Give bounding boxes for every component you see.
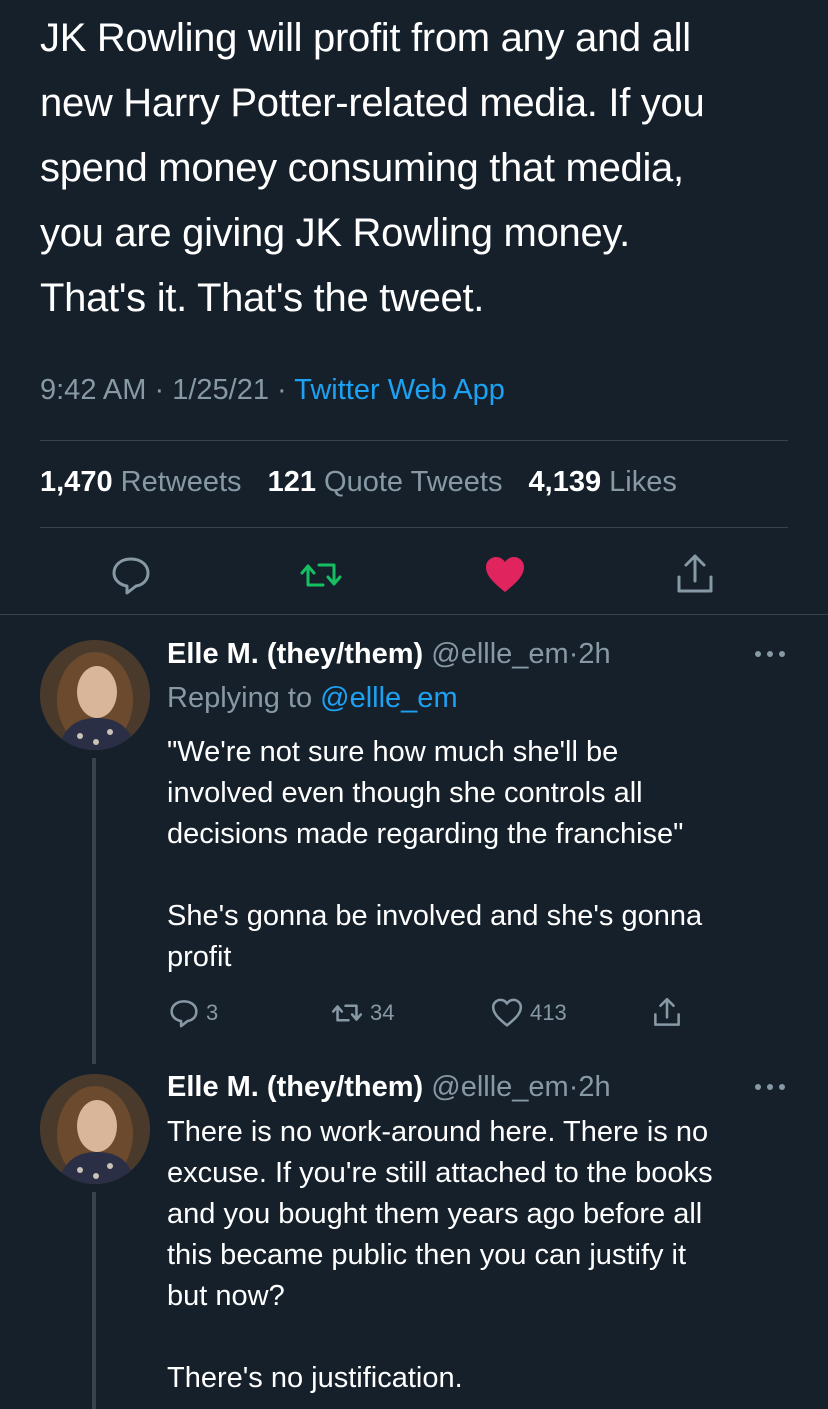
more-icon xyxy=(755,1084,785,1090)
author-name[interactable]: Elle M. (they/them) xyxy=(167,1071,423,1103)
share-icon xyxy=(654,997,680,1026)
meta-separator: · xyxy=(277,374,287,406)
header-separator: · xyxy=(568,1071,579,1103)
tweet-action-bar xyxy=(0,553,828,597)
retweets-stat[interactable]: 1,470 Retweets xyxy=(40,466,242,498)
tweet-date: 1/25/21 xyxy=(172,374,269,406)
share-icon xyxy=(677,554,713,593)
divider xyxy=(0,614,828,615)
thread-line xyxy=(92,1192,96,1409)
heart-icon xyxy=(491,998,523,1027)
retweet-button[interactable]: 34 xyxy=(330,997,394,1029)
reply-action-bar: 3 34 413 xyxy=(0,997,828,1029)
divider xyxy=(40,527,788,528)
likes-stat[interactable]: 4,139 Likes xyxy=(529,466,677,498)
author-handle[interactable]: @ellle_em xyxy=(431,1071,568,1103)
author-handle[interactable]: @ellle_em xyxy=(431,638,568,670)
avatar[interactable] xyxy=(40,1074,150,1184)
reply-header: Elle M. (they/them) @ellle_em·2h xyxy=(167,1071,611,1104)
tweet-stats: 1,470 Retweets 121 Quote Tweets 4,139 Li… xyxy=(40,466,695,499)
reply-header: Elle M. (they/them) @ellle_em·2h xyxy=(167,638,611,671)
replying-to-handle[interactable]: @ellle_em xyxy=(320,682,457,714)
more-icon xyxy=(755,651,785,657)
retweet-count: 34 xyxy=(370,1000,395,1025)
avatar[interactable] xyxy=(40,640,150,750)
reply-text: "We're not sure how much she'll be invol… xyxy=(167,736,703,973)
header-separator: · xyxy=(568,638,579,670)
meta-separator: · xyxy=(154,374,165,406)
reply-count: 3 xyxy=(206,1000,219,1025)
quote-tweets-stat[interactable]: 121 Quote Tweets xyxy=(268,466,503,498)
reply-text: There is no work-around here. There is n… xyxy=(167,1116,713,1394)
more-options-button[interactable] xyxy=(752,1077,788,1097)
author-name[interactable]: Elle M. (they/them) xyxy=(167,638,423,670)
share-button[interactable] xyxy=(673,553,717,597)
tweet-time: 9:42 AM xyxy=(40,374,147,406)
tweet-text: JK Rowling will profit from any and all … xyxy=(40,16,705,320)
reply-button[interactable]: 3 xyxy=(168,997,218,1029)
more-options-button[interactable] xyxy=(752,644,788,664)
replying-to: Replying to @ellle_em xyxy=(167,682,458,714)
tweet-meta: 9:42 AM · 1/25/21 · Twitter Web App xyxy=(40,374,505,407)
reply-button[interactable] xyxy=(109,553,153,597)
retweet-icon xyxy=(300,563,342,587)
profile-photo xyxy=(40,1074,150,1184)
share-button[interactable] xyxy=(651,997,683,1029)
tweet-source-link[interactable]: Twitter Web App xyxy=(294,374,505,406)
reply-time[interactable]: 2h xyxy=(578,1071,610,1103)
heart-filled-icon xyxy=(486,557,524,592)
reply-time[interactable]: 2h xyxy=(578,638,610,670)
retweet-icon xyxy=(331,1004,363,1022)
reply-icon xyxy=(112,557,150,595)
like-button[interactable]: 413 xyxy=(490,997,567,1029)
profile-photo xyxy=(40,640,150,750)
like-count: 413 xyxy=(530,1000,567,1025)
divider xyxy=(40,440,788,441)
reply-icon xyxy=(170,1000,198,1028)
retweet-button[interactable] xyxy=(299,553,343,597)
like-button[interactable] xyxy=(483,553,527,597)
